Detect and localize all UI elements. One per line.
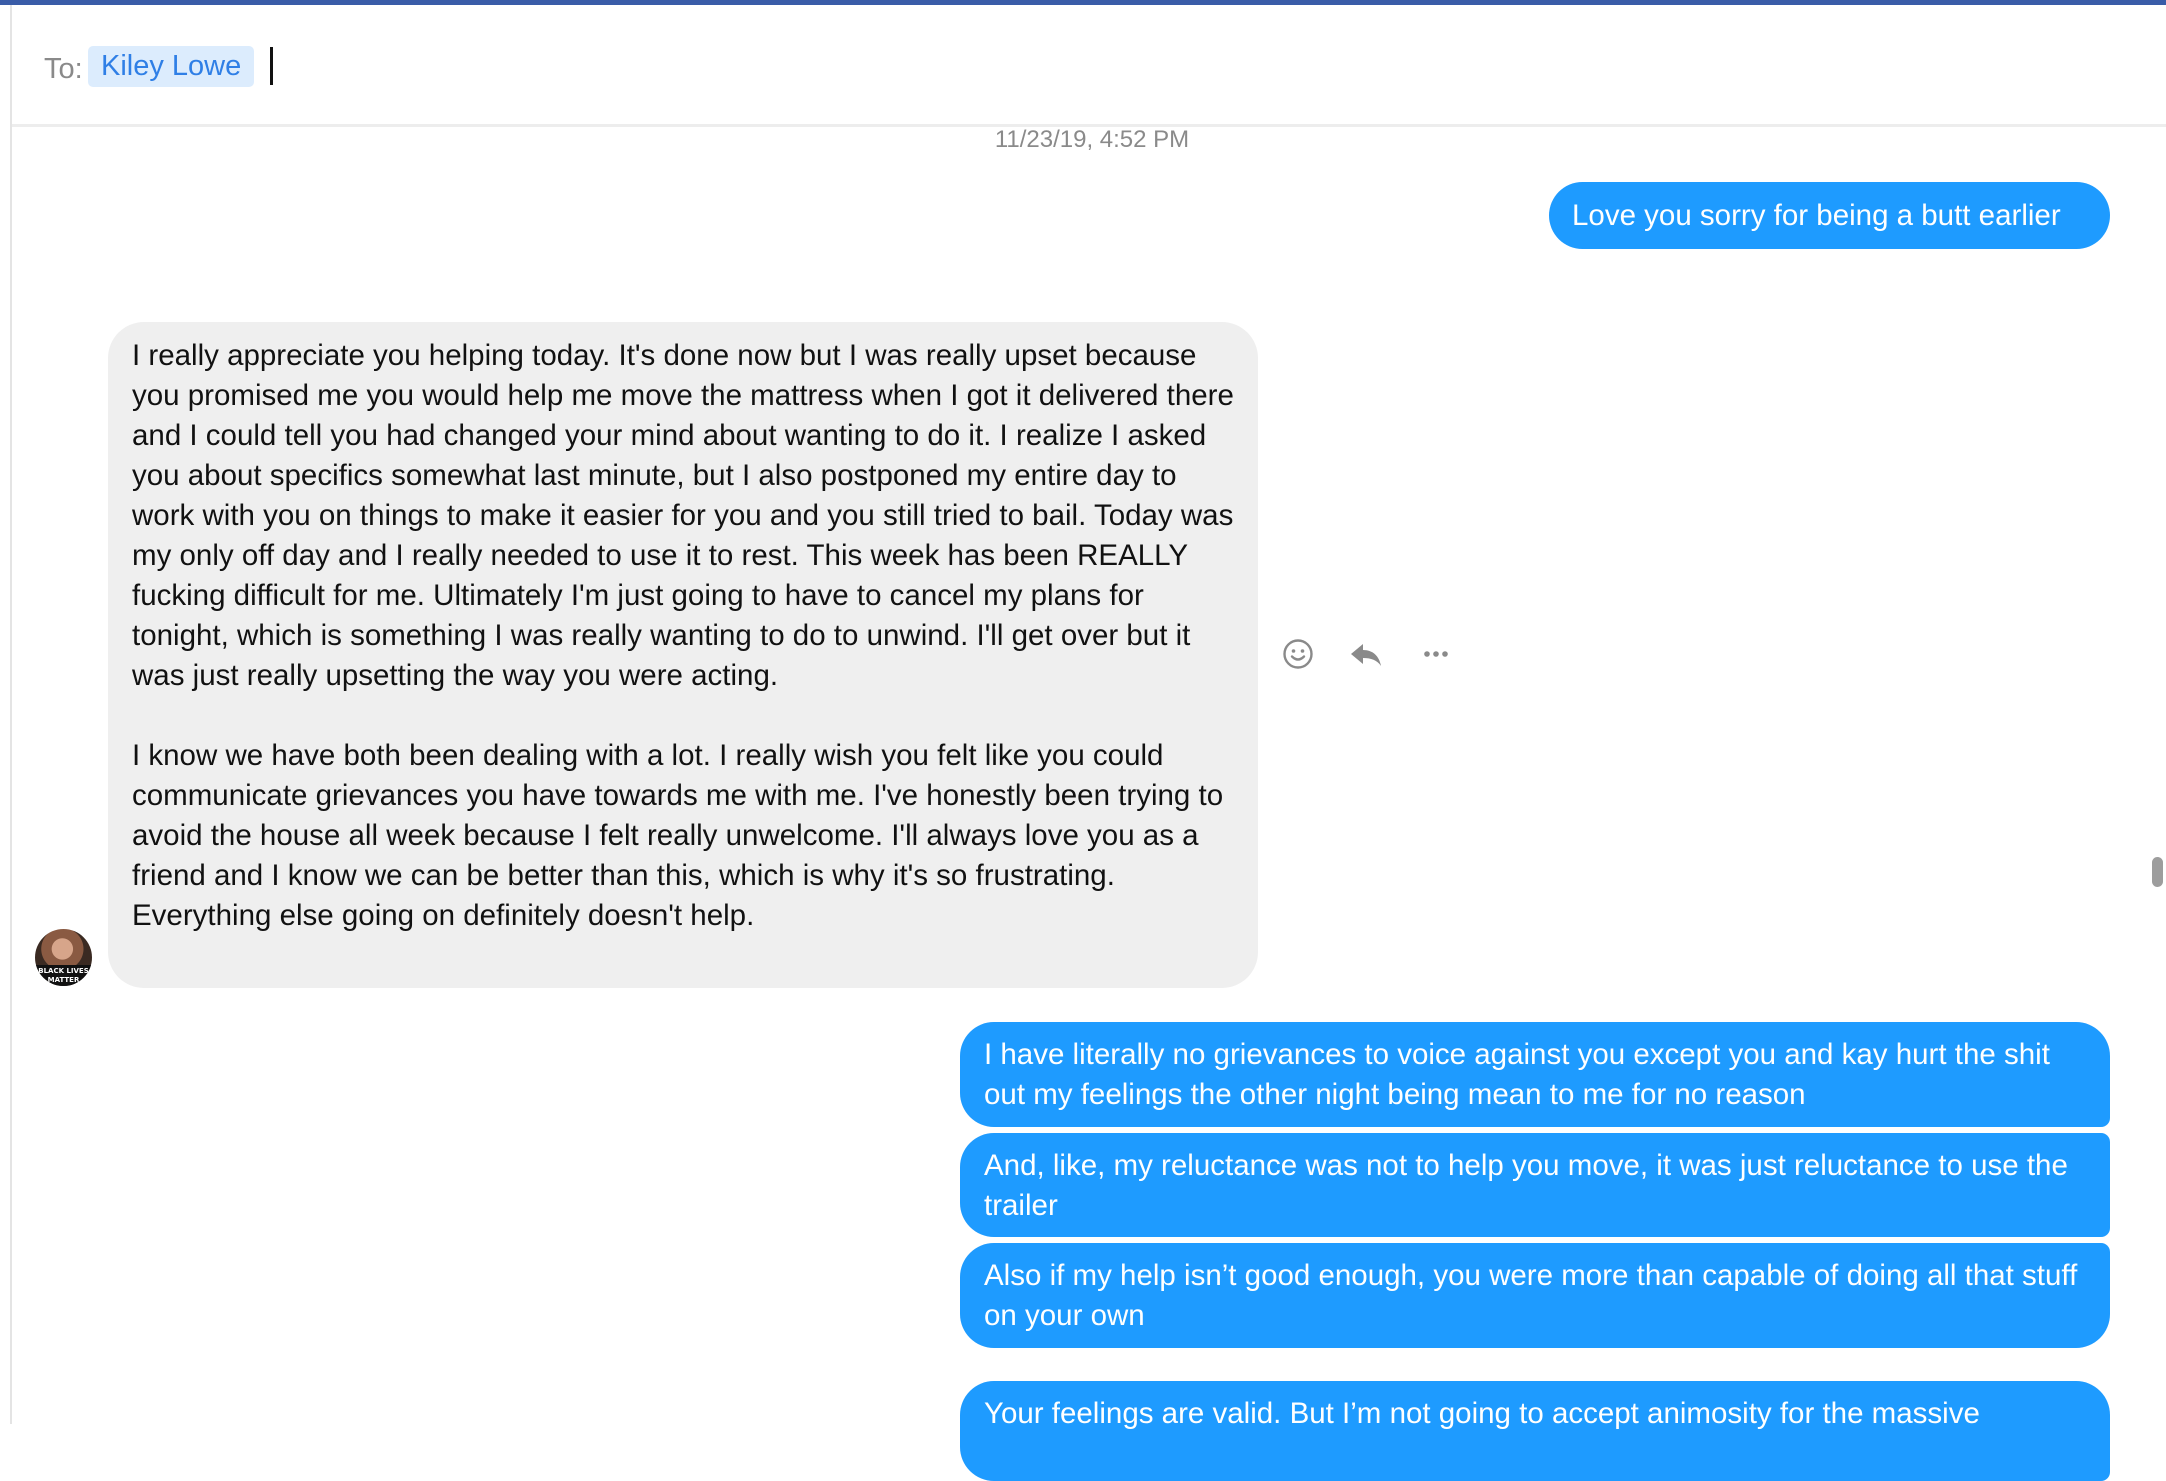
- recipient-input-caret[interactable]: [270, 47, 273, 85]
- message-timestamp: 11/23/19, 4:52 PM: [994, 126, 1190, 153]
- outgoing-message-bubble[interactable]: Love you sorry for being a butt earlier: [1549, 182, 2110, 249]
- outgoing-message-bubble[interactable]: I have literally no grievances to voice …: [960, 1022, 2110, 1127]
- pane-divider: [10, 5, 12, 1424]
- incoming-message-bubble[interactable]: I really appreciate you helping today. I…: [108, 322, 1258, 988]
- contact-avatar[interactable]: BLACK LIVES MATTER: [35, 929, 92, 986]
- avatar-caption: BLACK LIVES MATTER: [35, 965, 92, 986]
- scrollbar-thumb[interactable]: [2152, 857, 2163, 887]
- outgoing-message-bubble[interactable]: And, like, my reluctance was not to help…: [960, 1133, 2110, 1237]
- reply-icon[interactable]: [1346, 633, 1386, 675]
- more-icon[interactable]: [1416, 633, 1456, 675]
- smiley-icon[interactable]: [1278, 633, 1318, 675]
- outgoing-message-bubble[interactable]: Also if my help isn’t good enough, you w…: [960, 1243, 2110, 1348]
- message-actions: [1278, 633, 1458, 675]
- recipient-bar: To: Kiley Lowe: [12, 5, 2166, 127]
- recipient-chip[interactable]: Kiley Lowe: [88, 46, 255, 87]
- outgoing-message-bubble[interactable]: Your feelings are valid. But I’m not goi…: [960, 1381, 2110, 1481]
- to-label: To:: [44, 53, 83, 85]
